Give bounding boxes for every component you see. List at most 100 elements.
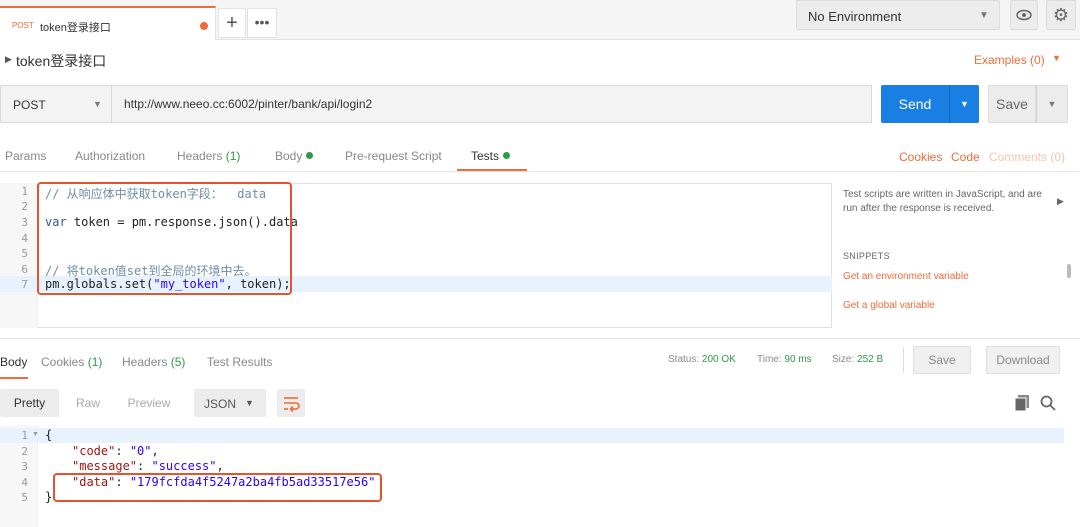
time-value: 90 ms bbox=[784, 354, 812, 365]
chevron-down-icon: ▼ bbox=[979, 10, 989, 21]
line-number: 1 bbox=[21, 185, 28, 198]
request-name-row: ▶ token登录接口 Examples (0) ▼ bbox=[0, 40, 1080, 78]
preview-view-button[interactable]: Preview bbox=[119, 389, 179, 417]
json-open-brace: { bbox=[45, 428, 53, 442]
save-response-button[interactable]: Save bbox=[913, 346, 971, 374]
request-tab-name: token登录接口 bbox=[40, 22, 111, 34]
response-tab-headers-count: (5) bbox=[170, 355, 186, 369]
pretty-view-button[interactable]: Pretty bbox=[0, 389, 59, 417]
snippets-title: SNIPPETS bbox=[843, 251, 890, 261]
status-dot-icon bbox=[306, 152, 314, 159]
size-label: Size: bbox=[832, 354, 855, 365]
chevron-right-icon[interactable]: ▶ bbox=[1057, 196, 1064, 207]
chevron-down-icon[interactable]: ▼ bbox=[1052, 53, 1061, 63]
line-number: 5 bbox=[21, 247, 28, 260]
tab-headers-count: (1) bbox=[225, 149, 241, 163]
tab-authorization[interactable]: Authorization bbox=[75, 149, 145, 163]
search-icon[interactable] bbox=[1040, 395, 1056, 411]
request-tab-method: POST bbox=[12, 21, 34, 30]
line-number: 3 bbox=[21, 216, 28, 229]
environment-label: No Environment bbox=[808, 9, 902, 24]
eye-icon bbox=[1016, 9, 1032, 21]
snippet-link[interactable]: Get an environment variable bbox=[843, 271, 969, 282]
response-tab-test-results[interactable]: Test Results bbox=[207, 355, 272, 369]
settings-button[interactable]: ⚙ bbox=[1046, 0, 1076, 30]
unsaved-dot-icon bbox=[200, 22, 208, 30]
json-close-brace: } bbox=[45, 490, 53, 504]
highlight-annotation-box bbox=[37, 182, 292, 295]
request-tabs: Params Authorization Headers (1) Body Pr… bbox=[0, 138, 1080, 172]
format-select[interactable]: JSON ▼ bbox=[194, 389, 266, 417]
line-number: 2 bbox=[21, 445, 28, 458]
tab-headers[interactable]: Headers (1) bbox=[177, 149, 240, 163]
tab-headers-label: Headers bbox=[177, 149, 223, 163]
status-value: 200 OK bbox=[701, 354, 736, 365]
wrap-lines-button[interactable] bbox=[277, 389, 305, 417]
line-number: 5 bbox=[21, 491, 28, 504]
highlight-annotation-box bbox=[53, 473, 382, 502]
url-input[interactable] bbox=[112, 85, 872, 123]
json-key: "code" bbox=[72, 444, 116, 458]
json-line: "code": "0", bbox=[72, 444, 159, 458]
cookies-link[interactable]: Cookies bbox=[899, 150, 942, 164]
environment-quick-look-button[interactable] bbox=[1010, 0, 1038, 30]
response-tab-headers-label: Headers bbox=[122, 355, 168, 369]
line-number: 4 bbox=[21, 232, 28, 245]
json-value: "success" bbox=[151, 459, 217, 473]
active-tab-indicator bbox=[457, 169, 527, 171]
status-meta: Status: 200 OK bbox=[668, 354, 736, 365]
environment-select[interactable]: No Environment ▼ bbox=[796, 0, 1000, 30]
new-tab-button[interactable]: + bbox=[218, 8, 246, 38]
response-tab-cookies-count: (1) bbox=[87, 355, 103, 369]
copy-icon[interactable] bbox=[1015, 395, 1029, 411]
response-tab-cookies-label: Cookies bbox=[41, 355, 85, 369]
code-link[interactable]: Code bbox=[951, 150, 980, 164]
response-tab-headers[interactable]: Headers (5) bbox=[122, 355, 185, 369]
more-tabs-button[interactable]: ••• bbox=[247, 8, 277, 38]
tab-pre-request-script[interactable]: Pre-request Script bbox=[345, 149, 442, 163]
method-select[interactable]: POST ▼ bbox=[0, 85, 112, 123]
response-tab-body[interactable]: Body bbox=[0, 355, 27, 369]
tab-body[interactable]: Body bbox=[275, 149, 314, 163]
snippet-link[interactable]: Get a global variable bbox=[843, 300, 935, 311]
chevron-down-icon: ▼ bbox=[93, 99, 102, 109]
request-title: token登录接口 bbox=[16, 53, 107, 69]
response-tabs: Body Cookies (1) Headers (5) Test Result… bbox=[0, 338, 1080, 380]
tab-body-label: Body bbox=[275, 149, 303, 163]
send-options-button[interactable]: ▼ bbox=[949, 85, 979, 123]
request-tab[interactable]: POST token登录接口 bbox=[0, 6, 216, 40]
tab-tests[interactable]: Tests bbox=[471, 149, 511, 163]
download-button[interactable]: Download bbox=[986, 346, 1060, 374]
raw-view-button[interactable]: Raw bbox=[66, 389, 110, 417]
line-number: 4 bbox=[21, 476, 28, 489]
divider bbox=[903, 347, 904, 373]
size-meta: Size: 252 B bbox=[832, 354, 883, 365]
json-value: "0" bbox=[129, 444, 152, 458]
response-tab-cookies[interactable]: Cookies (1) bbox=[41, 355, 102, 369]
json-key: "message" bbox=[72, 459, 138, 473]
status-label: Status: bbox=[668, 354, 700, 365]
comments-link[interactable]: Comments (0) bbox=[989, 150, 1065, 164]
active-line-highlight bbox=[0, 428, 1064, 443]
expand-triangle-icon[interactable]: ▶ bbox=[5, 54, 12, 65]
gear-icon: ⚙ bbox=[1052, 5, 1070, 25]
line-number: 7 bbox=[21, 278, 28, 291]
chevron-down-icon: ▼ bbox=[245, 398, 254, 408]
fold-arrow-icon[interactable]: ▼ bbox=[32, 431, 39, 438]
examples-link[interactable]: Examples (0) bbox=[974, 53, 1045, 67]
line-number: 3 bbox=[21, 460, 28, 473]
save-options-button[interactable]: ▼ bbox=[1036, 85, 1068, 123]
wrap-lines-icon bbox=[284, 397, 300, 413]
tab-tests-label: Tests bbox=[471, 149, 500, 163]
size-value: 252 B bbox=[857, 354, 884, 365]
save-button[interactable]: Save bbox=[988, 85, 1036, 123]
tab-params[interactable]: Params bbox=[5, 149, 46, 163]
send-button[interactable]: Send bbox=[881, 85, 949, 123]
line-number: 2 bbox=[21, 200, 28, 213]
line-number: 1 bbox=[21, 429, 28, 442]
time-label: Time: bbox=[757, 354, 782, 365]
json-line: "message": "success", bbox=[72, 459, 224, 473]
snippets-scrollbar[interactable] bbox=[1067, 264, 1071, 278]
line-number: 6 bbox=[21, 263, 28, 276]
time-meta: Time: 90 ms bbox=[757, 354, 812, 365]
